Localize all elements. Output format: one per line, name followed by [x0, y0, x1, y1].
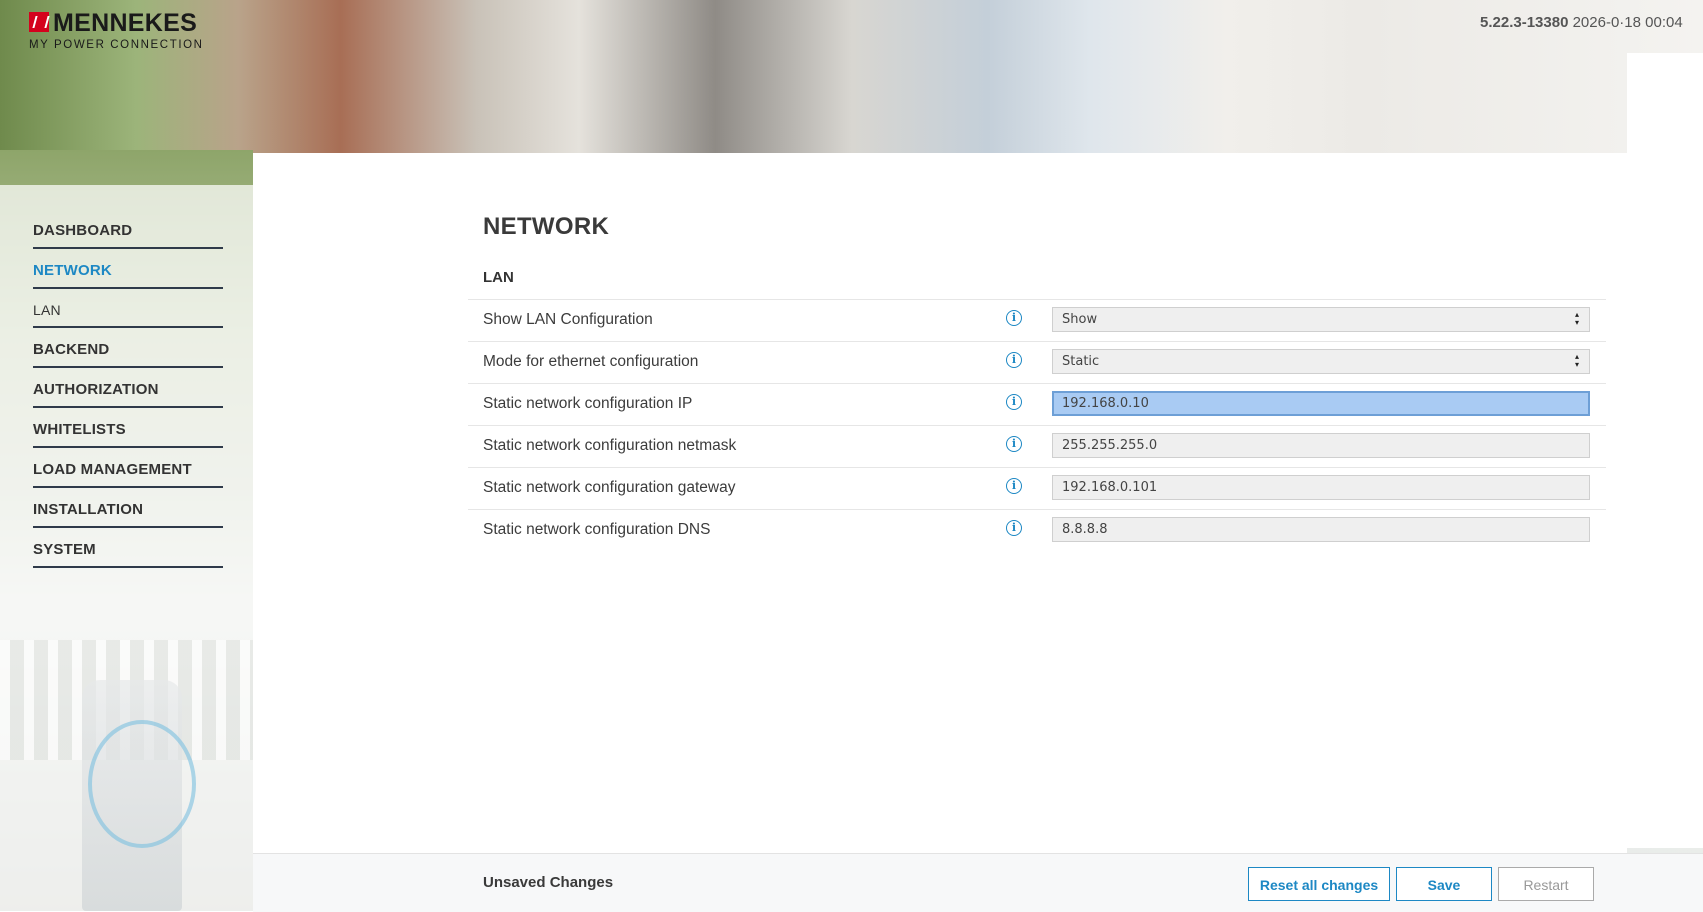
ethernet-mode-select[interactable]: Static [1052, 349, 1590, 374]
save-button[interactable]: Save [1396, 867, 1492, 901]
setting-row-static-ip: Static network configuration IP i 192.16… [468, 383, 1606, 425]
section-title: LAN [483, 269, 514, 286]
page-title: NETWORK [483, 213, 610, 240]
info-icon[interactable]: i [1006, 436, 1022, 452]
info-icon[interactable]: i [1006, 310, 1022, 326]
setting-row-ethernet-mode: Mode for ethernet configuration i Static [468, 341, 1606, 383]
sidebar-item-load-management[interactable]: LOAD MANAGEMENT [33, 457, 223, 488]
show-lan-select[interactable]: Show [1052, 307, 1590, 332]
sidebar-item-network[interactable]: NETWORK [33, 258, 223, 289]
sidebar-nav: DASHBOARD NETWORK LAN BACKEND AUTHORIZAT… [33, 218, 223, 577]
restart-button[interactable]: Restart [1498, 867, 1594, 901]
sidebar-item-installation[interactable]: INSTALLATION [33, 497, 223, 528]
sidebar-item-lan[interactable]: LAN [33, 298, 223, 328]
main-panel: NETWORK LAN Show LAN Configuration i Sho… [253, 153, 1627, 853]
setting-label: Mode for ethernet configuration [483, 353, 699, 370]
info-icon[interactable]: i [1006, 478, 1022, 494]
info-icon[interactable]: i [1006, 352, 1022, 368]
dns-input[interactable]: 8.8.8.8 [1052, 517, 1590, 542]
setting-label: Static network configuration gateway [483, 479, 736, 496]
version-number: 5.22.3-13380 [1480, 14, 1569, 31]
right-strip [1627, 53, 1703, 848]
sidebar-item-authorization[interactable]: AUTHORIZATION [33, 377, 223, 408]
background-cable [88, 720, 196, 848]
action-footer: Unsaved Changes Reset all changes Save R… [253, 853, 1703, 912]
sidebar-item-system[interactable]: SYSTEM [33, 537, 223, 568]
setting-row-show-lan: Show LAN Configuration i Show [468, 299, 1606, 341]
unsaved-changes-label: Unsaved Changes [483, 874, 614, 891]
version-datetime: 2026-0·18 00:04 [1572, 14, 1683, 31]
netmask-input[interactable]: 255.255.255.0 [1052, 433, 1590, 458]
sidebar-item-whitelists[interactable]: WHITELISTS [33, 417, 223, 448]
reset-all-changes-button[interactable]: Reset all changes [1248, 867, 1390, 901]
setting-row-gateway: Static network configuration gateway i 1… [468, 467, 1606, 509]
version-info: 5.22.3-13380 2026-0·18 00:04 [1480, 14, 1703, 31]
brand-tagline: MY POWER CONNECTION [29, 39, 204, 51]
settings-list: Show LAN Configuration i Show Mode for e… [468, 299, 1606, 551]
setting-row-netmask: Static network configuration netmask i 2… [468, 425, 1606, 467]
sidebar-item-backend[interactable]: BACKEND [33, 337, 223, 368]
brand-name: MENNEKES [53, 9, 198, 37]
info-icon[interactable]: i [1006, 520, 1022, 536]
setting-label: Static network configuration DNS [483, 521, 711, 538]
setting-label: Static network configuration netmask [483, 437, 737, 454]
setting-label: Show LAN Configuration [483, 311, 653, 328]
mennekes-logo-icon [29, 12, 49, 32]
gateway-input[interactable]: 192.168.0.101 [1052, 475, 1590, 500]
static-ip-input[interactable]: 192.168.0.10 [1052, 391, 1590, 416]
brand-logo[interactable]: MENNEKES MY POWER CONNECTION [29, 9, 204, 51]
info-icon[interactable]: i [1006, 394, 1022, 410]
setting-label: Static network configuration IP [483, 395, 693, 412]
setting-row-dns: Static network configuration DNS i 8.8.8… [468, 509, 1606, 551]
sidebar-item-dashboard[interactable]: DASHBOARD [33, 218, 223, 249]
